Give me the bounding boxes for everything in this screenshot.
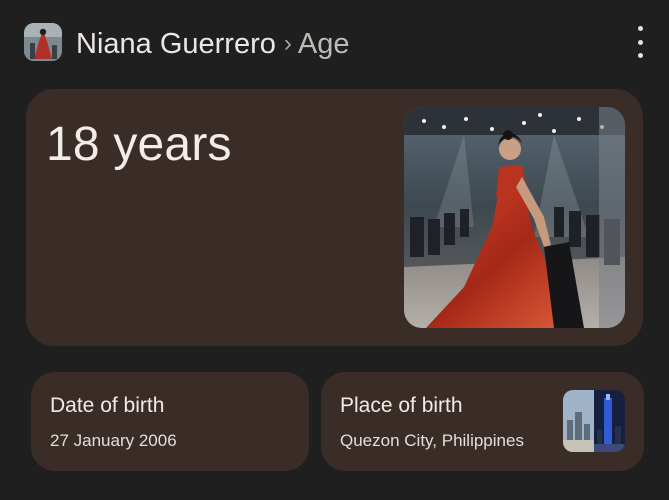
date-of-birth-title: Date of birth — [50, 394, 165, 417]
breadcrumb: Niana Guerrero › Age — [76, 24, 349, 64]
place-of-birth-image[interactable] — [563, 390, 625, 452]
more-vert-icon[interactable] — [628, 26, 652, 58]
place-of-birth-card[interactable]: Place of birth Quezon City, Philippines — [321, 372, 644, 471]
date-of-birth-value: 27 January 2006 — [50, 431, 177, 450]
age-card: 18 years — [26, 89, 643, 346]
person-photo[interactable] — [404, 107, 625, 328]
age-value: 18 years — [46, 118, 232, 171]
city-thumbnail-image — [563, 390, 625, 452]
breadcrumb-page-age: Age — [297, 27, 350, 60]
profile-thumbnail-image — [24, 23, 62, 61]
place-of-birth-title: Place of birth — [340, 394, 463, 417]
breadcrumb-person-name[interactable]: Niana Guerrero — [76, 28, 276, 61]
breadcrumb-separator: › — [283, 30, 292, 57]
header: Niana Guerrero › Age — [0, 0, 669, 88]
date-of-birth-card[interactable]: Date of birth 27 January 2006 — [31, 372, 309, 471]
person-photo-image — [404, 107, 625, 328]
profile-thumbnail[interactable] — [24, 23, 62, 61]
place-of-birth-value: Quezon City, Philippines — [340, 431, 524, 450]
